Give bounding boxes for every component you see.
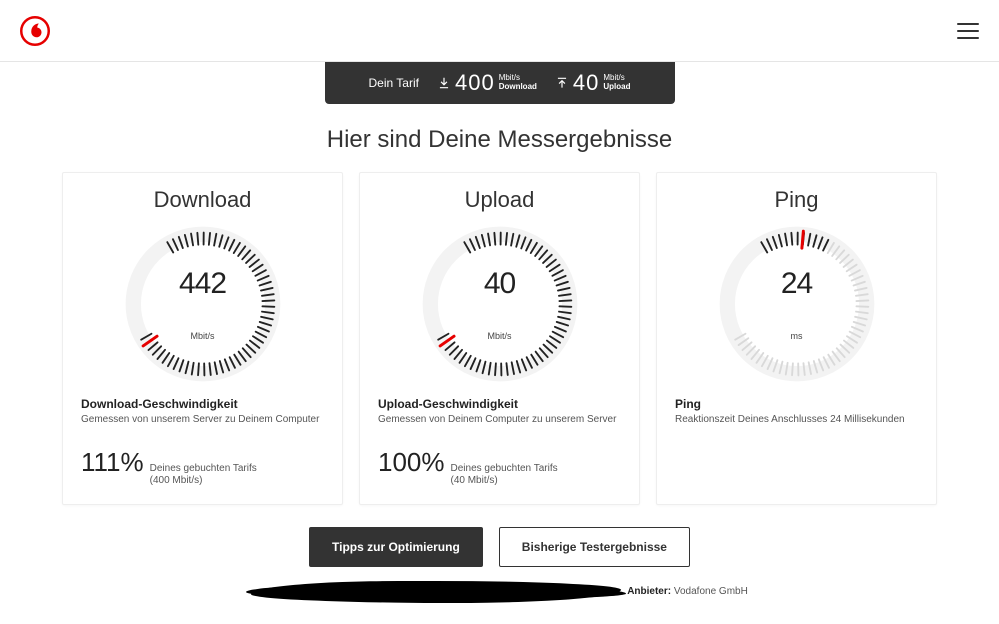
vodafone-logo[interactable] (20, 16, 50, 46)
tarif-upload-unit: Mbit/sUpload (603, 74, 630, 92)
upload-icon (555, 76, 569, 90)
tarif-label: Dein Tarif (369, 76, 419, 90)
gauge-value: 442 (179, 267, 226, 301)
action-buttons: Tipps zur Optimierung Bisherige Testerge… (0, 527, 999, 567)
tarif-upload: 40 Mbit/sUpload (555, 70, 631, 96)
percent-value: 111% (81, 447, 144, 478)
download-icon (437, 76, 451, 90)
gauge-unit: Mbit/s (487, 331, 511, 341)
metric-title: Download-Geschwindigkeit (81, 397, 324, 411)
percent-value: 100% (378, 447, 445, 478)
ping-card: Ping 24 ms Ping Reaktionszeit Deines Ans… (656, 172, 937, 505)
history-button[interactable]: Bisherige Testergebnisse (499, 527, 690, 567)
menu-icon[interactable] (957, 23, 979, 39)
optimize-button[interactable]: Tipps zur Optimierung (309, 527, 483, 567)
percent-row: 100% Deines gebuchten Tarifs(40 Mbit/s) (378, 447, 621, 488)
metric-title: Ping (675, 397, 918, 411)
gauge-value: 24 (781, 267, 812, 301)
gauge-unit: Mbit/s (190, 331, 214, 341)
card-title: Upload (378, 187, 621, 213)
metric-desc: Reaktionszeit Deines Anschlusses 24 Mill… (675, 413, 918, 427)
footer: Anbieter: Vodafone GmbH (0, 581, 999, 603)
card-title: Download (81, 187, 324, 213)
card-title: Ping (675, 187, 918, 213)
download-gauge: 442 Mbit/s (118, 219, 288, 389)
results-cards: Download 442 Mbit/s Download-Geschwindig… (0, 172, 999, 505)
gauge-value: 40 (484, 267, 515, 301)
metric-desc: Gemessen von unserem Server zu Deinem Co… (81, 413, 324, 427)
upload-gauge: 40 Mbit/s (415, 219, 585, 389)
provider-info: Anbieter: Vodafone GmbH (627, 586, 748, 597)
percent-desc: Deines gebuchten Tarifs(40 Mbit/s) (451, 463, 558, 488)
tarif-download-value: 400 (455, 70, 495, 96)
percent-desc: Deines gebuchten Tarifs(400 Mbit/s) (150, 463, 257, 488)
header (0, 0, 999, 62)
tarif-upload-value: 40 (573, 70, 599, 96)
page-title: Hier sind Deine Messergebnisse (0, 126, 999, 154)
gauge-unit: ms (791, 331, 803, 341)
percent-row: 111% Deines gebuchten Tarifs(400 Mbit/s) (81, 447, 324, 488)
metric-desc: Gemessen von Deinem Computer zu unserem … (378, 413, 621, 427)
ping-gauge: 24 ms (712, 219, 882, 389)
download-card: Download 442 Mbit/s Download-Geschwindig… (62, 172, 343, 505)
redacted-region (251, 581, 621, 603)
tarif-download: 400 Mbit/sDownload (437, 70, 537, 96)
metric-title: Upload-Geschwindigkeit (378, 397, 621, 411)
tarif-bar: Dein Tarif 400 Mbit/sDownload 40 Mbit/sU… (325, 62, 675, 104)
upload-card: Upload 40 Mbit/s Upload-Geschwindigkeit … (359, 172, 640, 505)
tarif-download-unit: Mbit/sDownload (499, 74, 537, 92)
